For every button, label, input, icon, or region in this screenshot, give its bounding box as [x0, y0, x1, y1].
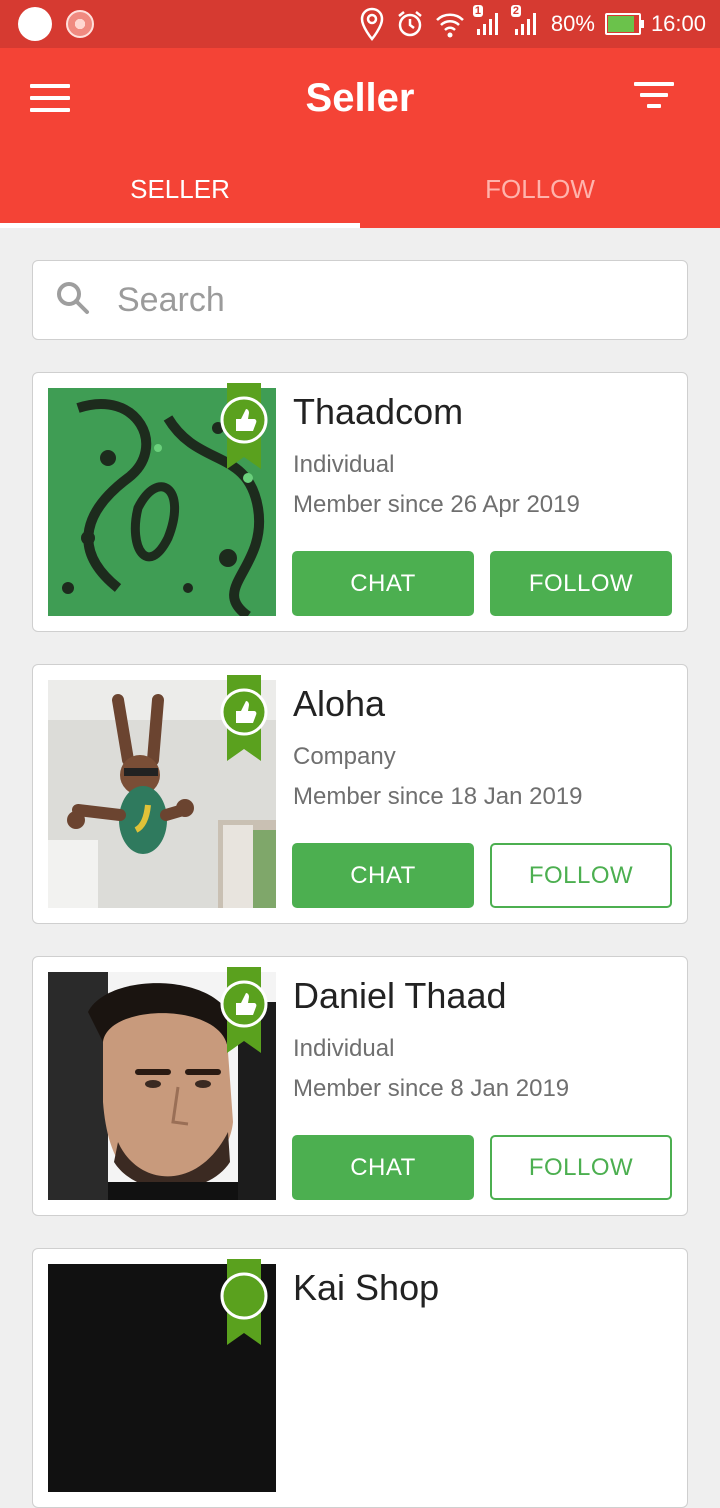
verified-badge-icon: [220, 967, 268, 1053]
seller-type: Company: [293, 743, 396, 770]
seller-name: Daniel Thaad: [293, 975, 507, 1016]
app-notification-icon: [66, 10, 94, 38]
tab-seller[interactable]: SELLER: [0, 158, 360, 228]
seller-card[interactable]: Daniel Thaad Individual Member since 8 J…: [32, 956, 688, 1216]
page-title: Seller: [305, 76, 415, 120]
wifi-icon: [435, 10, 465, 38]
member-since: Member since 18 Jan 2019: [293, 783, 583, 810]
chat-button[interactable]: CHAT: [292, 1135, 474, 1200]
status-bar: 1 2 80% 16:00: [0, 0, 720, 48]
seller-type: Individual: [293, 451, 395, 478]
search-box: [32, 260, 688, 340]
member-since: Member since 26 Apr 2019: [293, 491, 580, 518]
search-input[interactable]: [115, 279, 635, 321]
seller-type: Individual: [293, 1035, 395, 1062]
battery-icon: [604, 13, 644, 35]
signal-sim2-icon: 2: [510, 5, 541, 37]
alarm-icon: [395, 9, 425, 39]
verified-badge-icon: [220, 383, 268, 469]
follow-button[interactable]: FOLLOW: [490, 551, 672, 616]
follow-button[interactable]: FOLLOW: [490, 1135, 672, 1200]
filter-icon[interactable]: [634, 82, 674, 112]
seller-card[interactable]: Kai Shop: [32, 1248, 688, 1508]
seller-name: Kai Shop: [293, 1267, 440, 1308]
signal-sim1-icon: 1: [472, 5, 503, 37]
sim1-badge: 1: [472, 5, 484, 17]
battery-percent: 80%: [550, 11, 595, 36]
chat-button[interactable]: CHAT: [292, 843, 474, 908]
seller-name: Aloha: [293, 683, 386, 724]
chat-button[interactable]: CHAT: [292, 551, 474, 616]
seller-name: Thaadcom: [293, 391, 464, 432]
member-since: Member since 8 Jan 2019: [293, 1075, 570, 1102]
tab-bar: SELLER FOLLOW: [0, 158, 720, 228]
tab-follow[interactable]: FOLLOW: [360, 158, 720, 228]
verified-badge-icon: [220, 1259, 268, 1345]
clock: 16:00: [650, 11, 706, 36]
follow-button[interactable]: FOLLOW: [490, 843, 672, 908]
location-icon: [359, 7, 385, 41]
seller-card[interactable]: Aloha Company Member since 18 Jan 2019 C…: [32, 664, 688, 924]
search-icon: [55, 280, 115, 321]
app-bar: Seller SELLER FOLLOW: [0, 48, 720, 228]
verified-badge-icon: [220, 675, 268, 761]
seller-card[interactable]: Thaadcom Individual Member since 26 Apr …: [32, 372, 688, 632]
notification-dot-icon: [18, 7, 52, 41]
sim2-badge: 2: [510, 5, 522, 17]
